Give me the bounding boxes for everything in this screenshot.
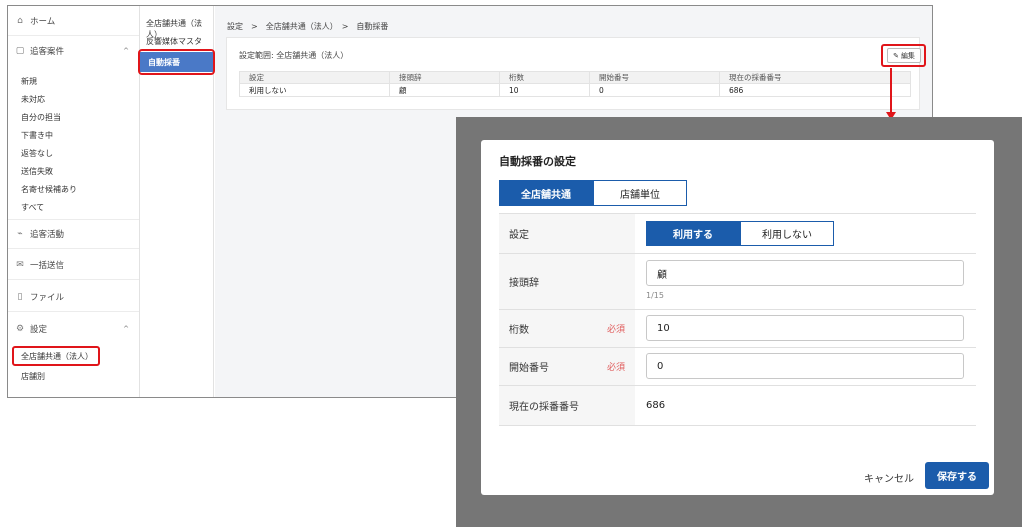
tab-per-store[interactable]: 店舗単位 xyxy=(593,180,687,206)
prefix-char-counter: 1/15 xyxy=(646,291,664,300)
cancel-button[interactable]: キャンセル xyxy=(864,470,914,485)
required-badge: 必須 xyxy=(606,325,625,335)
field-label-text: 桁数 xyxy=(509,325,529,336)
form-row-setting: 設定 利用する 利用しない xyxy=(499,214,976,254)
auto-numbering-dialog: 自動採番の設定 全店舗共通 店舗単位 設定 利用する 利用しない 接頭辞 1/1… xyxy=(481,140,994,495)
chevron-up-icon: ^ xyxy=(123,325,129,333)
sidebar-item-inquiries[interactable]: ▢ 追客案件 ^ xyxy=(8,36,139,66)
highlight-frame xyxy=(881,44,926,67)
sidebar-item-label: 追客案件 xyxy=(30,47,65,57)
chevron-up-icon: ^ xyxy=(123,47,129,55)
sidebar-item-activities[interactable]: ⌁ 追客活動 xyxy=(8,219,139,249)
digits-input[interactable] xyxy=(646,315,964,341)
subnav-item-media-master[interactable]: 反響媒体マスタ xyxy=(146,36,202,47)
field-value: 1/15 xyxy=(635,254,976,309)
field-label: 開始番号 必須 xyxy=(499,348,635,385)
dialog-title: 自動採番の設定 xyxy=(499,155,576,168)
sidebar-item-bulk-send[interactable]: ✉ 一括送信 xyxy=(8,250,139,280)
prefix-input[interactable] xyxy=(646,260,964,286)
sidebar-subitem[interactable]: 新規 xyxy=(21,77,37,87)
table-row: 利用しない 顧 10 0 686 xyxy=(239,83,911,97)
do-not-use-button[interactable]: 利用しない xyxy=(740,221,834,246)
sidebar-subitem-per-store[interactable]: 店舗別 xyxy=(21,372,45,382)
field-value xyxy=(635,348,976,385)
field-value xyxy=(635,310,976,347)
save-button[interactable]: 保存する xyxy=(925,462,989,489)
settings-form: 設定 利用する 利用しない 接頭辞 1/15 桁数 必須 xyxy=(499,213,976,426)
sidebar-item-label: ホーム xyxy=(30,16,56,27)
field-label: 桁数 必須 xyxy=(499,310,635,347)
form-row-digits: 桁数 必須 xyxy=(499,310,976,348)
mail-icon: ✉ xyxy=(16,259,24,270)
home-icon: ⌂ xyxy=(17,15,23,26)
sidebar-item-settings[interactable]: ⚙ 設定 ^ xyxy=(8,314,139,344)
sidebar-subitem[interactable]: 自分の担当 xyxy=(21,113,61,123)
gear-icon: ⚙ xyxy=(15,324,25,334)
table-cell: 686 xyxy=(719,83,911,97)
field-label-text: 開始番号 xyxy=(509,363,549,374)
field-label-text: 現在の採番番号 xyxy=(509,402,579,413)
sidebar-subitem[interactable]: 送信失敗 xyxy=(21,167,53,177)
column-header: 桁数 xyxy=(499,71,590,84)
current-number-value: 686 xyxy=(646,400,666,411)
tab-all-stores[interactable]: 全店舗共通 xyxy=(499,180,593,206)
use-button[interactable]: 利用する xyxy=(646,221,740,246)
table-cell: 顧 xyxy=(389,83,500,97)
highlight-frame xyxy=(12,346,100,366)
sidebar-subitem[interactable]: 未対応 xyxy=(21,95,45,105)
table-cell: 10 xyxy=(499,83,590,97)
field-label: 現在の採番番号 xyxy=(499,386,635,425)
field-value: 686 xyxy=(635,386,976,425)
field-label: 接頭辞 xyxy=(499,254,635,309)
enable-toggle: 利用する 利用しない xyxy=(646,221,834,246)
sidebar-item-label: 設定 xyxy=(30,325,48,335)
settings-card: 設定範囲: 全店舗共通（法人） ✎ 編集 設定 接頭辞 桁数 開始番号 現在の採… xyxy=(226,37,926,110)
field-label-text: 接頭辞 xyxy=(509,278,539,289)
sidebar-subitem[interactable]: 下書き中 xyxy=(21,131,53,141)
required-badge: 必須 xyxy=(606,363,625,373)
form-row-prefix: 接頭辞 1/15 xyxy=(499,254,976,310)
sidebar-item-label: ファイル xyxy=(30,292,65,303)
column-header: 接頭辞 xyxy=(389,71,500,84)
field-value: 利用する 利用しない xyxy=(635,214,976,253)
field-label-text: 設定 xyxy=(509,230,529,241)
scope-label: 設定範囲: 全店舗共通（法人） xyxy=(239,51,349,60)
sidebar-item-files[interactable]: ▯ ファイル xyxy=(8,282,139,312)
sidebar: ⌂ ホーム ▢ 追客案件 ^ 新規 未対応 自分の担当 下書き中 返答なし 送信… xyxy=(8,6,140,397)
settings-table: 設定 接頭辞 桁数 開始番号 現在の採番番号 利用しない 顧 10 0 686 xyxy=(239,71,911,97)
sidebar-subitem[interactable]: 返答なし xyxy=(21,149,53,159)
scope-tabs: 全店舗共通 店舗単位 xyxy=(499,180,687,206)
sidebar-item-label: 一括送信 xyxy=(30,260,65,271)
activity-icon: ⌁ xyxy=(17,229,23,239)
sidebar-item-label: 追客活動 xyxy=(30,230,65,240)
form-row-current: 現在の採番番号 686 xyxy=(499,386,976,426)
table-header-row: 設定 接頭辞 桁数 開始番号 現在の採番番号 xyxy=(239,71,911,84)
table-cell: 0 xyxy=(589,83,720,97)
sidebar-item-home[interactable]: ⌂ ホーム xyxy=(8,6,139,36)
sidebar-subitem[interactable]: すべて xyxy=(21,203,44,213)
breadcrumb: 設定 > 全店舗共通（法人） > 自動採番 xyxy=(227,22,389,31)
column-header: 設定 xyxy=(239,71,390,84)
file-icon: ▯ xyxy=(17,291,23,302)
table-cell: 利用しない xyxy=(239,83,390,97)
field-label: 設定 xyxy=(499,214,635,253)
sidebar-subitem[interactable]: 名寄せ候補あり xyxy=(21,185,77,195)
callout-arrow xyxy=(890,68,892,114)
column-header: 開始番号 xyxy=(589,71,720,84)
form-row-start: 開始番号 必須 xyxy=(499,348,976,386)
document-icon: ▢ xyxy=(15,46,25,56)
start-number-input[interactable] xyxy=(646,353,964,379)
column-header: 現在の採番番号 xyxy=(719,71,911,84)
highlight-frame xyxy=(138,49,215,75)
